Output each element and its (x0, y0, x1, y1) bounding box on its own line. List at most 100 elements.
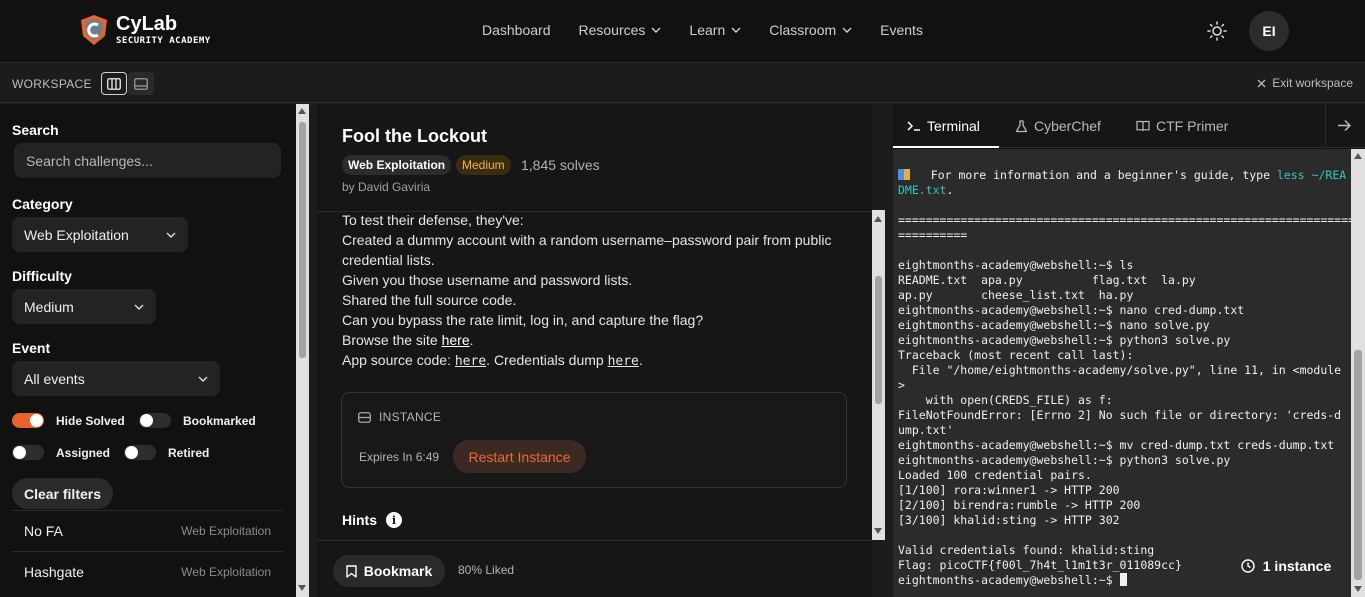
tab-ctf-primer-label: CTF Primer (1156, 118, 1229, 134)
category-select[interactable]: Web Exploitation (12, 217, 188, 252)
user-avatar[interactable]: EI (1249, 11, 1289, 51)
desc-line: Browse the site here. (342, 330, 862, 350)
challenge-name: Hashgate (24, 563, 84, 580)
solves-count: 1,845 solves (521, 157, 600, 173)
instance-count-label: 1 instance (1262, 558, 1332, 574)
challenge-list-item[interactable]: No FA Web Exploitation (12, 510, 283, 550)
creds-dump-link[interactable]: here (608, 354, 639, 369)
nav-resources-label: Resources (578, 22, 646, 38)
brand-text: CyLab SECURITY ACADEMY (116, 14, 211, 46)
difficulty-select[interactable]: Medium (12, 289, 156, 324)
tools-panel: Terminal CyberChef CTF Primer For more i… (893, 104, 1365, 597)
scroll-up-arrow[interactable] (1354, 153, 1362, 159)
sidebar-scrollbar[interactable] (296, 104, 309, 597)
nav-classroom[interactable]: Classroom (769, 22, 852, 38)
event-select[interactable]: All events (12, 361, 220, 396)
server-icon (358, 411, 371, 423)
event-heading: Event (12, 340, 51, 356)
assigned-label: Assigned (56, 445, 111, 460)
terminal-output[interactable]: For more information and a beginner's gu… (893, 149, 1355, 597)
challenge-list-item[interactable]: Hashgate Web Exploitation (12, 551, 283, 591)
stacked-layout-button[interactable] (128, 72, 154, 95)
retired-toggle[interactable]: Retired (124, 445, 209, 460)
instance-card: INSTANCE Expires In 6:49 Restart Instanc… (341, 392, 847, 488)
desc-line: Given you those username and password li… (342, 272, 633, 288)
hints-label: Hints (342, 512, 377, 528)
toggle-switch-on[interactable] (12, 413, 44, 428)
brand-logo[interactable]: CyLab SECURITY ACADEMY (80, 14, 211, 46)
assigned-toggle[interactable]: Assigned (12, 445, 110, 460)
instance-count-button[interactable]: 1 instance (1232, 549, 1340, 583)
chevron-down-icon (651, 27, 661, 33)
challenge-title: Fool the Lockout (342, 126, 487, 146)
chevron-down-icon (842, 27, 852, 33)
chevron-down-icon (134, 304, 144, 310)
challenge-category: Web Exploitation (181, 564, 271, 579)
bookmark-icon (346, 564, 357, 578)
terminal-scroll-thumb[interactable] (1354, 350, 1362, 580)
search-heading: Search (12, 122, 59, 138)
split-layout-button[interactable] (101, 72, 127, 95)
terminal-text: For more information and a beginner's gu… (898, 168, 1355, 588)
bookmarked-toggle[interactable]: Bookmarked (139, 413, 256, 428)
hints-heading[interactable]: Hints i (342, 512, 402, 528)
author: by David Gaviria (342, 180, 431, 194)
source-code-link[interactable]: here (455, 354, 486, 369)
bookmark-label: Bookmark (363, 563, 433, 579)
nav-learn[interactable]: Learn (689, 22, 741, 38)
book-icon (1136, 120, 1150, 132)
scroll-down-arrow[interactable] (298, 585, 306, 591)
instance-heading: INSTANCE (358, 410, 441, 424)
difficulty-select-value: Medium (24, 298, 74, 315)
tab-cyberchef-label: CyberChef (1034, 118, 1101, 134)
browse-site-text: Browse the site (342, 332, 442, 348)
instance-expiry: Expires In 6:49 (359, 450, 440, 464)
shield-logo-icon (81, 15, 107, 45)
nav-resources[interactable]: Resources (579, 22, 662, 38)
rows-layout-icon (134, 77, 148, 90)
desc-line: Can you bypass the rate limit, log in, a… (342, 312, 704, 328)
hide-solved-toggle[interactable]: Hide Solved (12, 413, 125, 428)
collapse-panel-arrow-icon[interactable] (1337, 119, 1352, 132)
nav-classroom-label: Classroom (769, 22, 837, 38)
sidebar-scroll-thumb[interactable] (299, 122, 306, 358)
search-input[interactable] (14, 143, 281, 178)
terminal-info-period: . (946, 183, 954, 197)
nav-dashboard[interactable]: Dashboard (482, 22, 551, 38)
scroll-up-arrow[interactable] (874, 216, 882, 222)
workspace-bar: WORKSPACE Exit workspace (0, 63, 1365, 103)
clear-filters-button[interactable]: Clear filters (12, 478, 113, 509)
nav-events[interactable]: Events (880, 22, 923, 38)
tab-cyberchef[interactable]: CyberChef (1015, 118, 1101, 134)
description-scrollbar[interactable] (872, 210, 885, 540)
toggle-switch-off[interactable] (12, 445, 44, 460)
scroll-down-arrow[interactable] (1354, 586, 1362, 592)
desc-line: App source code: here. Credentials dump … (342, 350, 862, 372)
tools-tabs: Terminal CyberChef CTF Primer (893, 104, 1365, 148)
restart-instance-button[interactable]: Restart Instance (453, 440, 586, 473)
toggle-switch-off[interactable] (139, 413, 171, 428)
scroll-down-arrow[interactable] (874, 528, 882, 534)
desc-line: Shared the full source code. (342, 292, 517, 308)
tab-terminal-label: Terminal (927, 118, 980, 134)
challenge-description: To test their defense, they've: Created … (342, 210, 862, 372)
terminal-scrollbar[interactable] (1351, 149, 1365, 597)
difficulty-badge: Medium (456, 155, 511, 175)
theme-toggle-sun-icon[interactable] (1207, 21, 1227, 41)
bookmarked-label: Bookmarked (183, 413, 256, 428)
description-scroll-thumb[interactable] (875, 276, 882, 404)
site-link[interactable]: here (442, 332, 470, 348)
chevron-down-icon (731, 27, 741, 33)
desc-line: Created a dummy account with a random us… (342, 232, 832, 268)
info-icon[interactable]: i (386, 512, 402, 528)
brand-name: CyLab (116, 13, 178, 35)
exit-workspace-button[interactable]: Exit workspace (1257, 76, 1353, 90)
tab-terminal[interactable]: Terminal (907, 118, 980, 134)
scroll-up-arrow[interactable] (298, 108, 306, 114)
toggle-switch-off[interactable] (124, 445, 156, 460)
tab-ctf-primer[interactable]: CTF Primer (1136, 118, 1228, 134)
filter-sidebar: Search Category Web Exploitation Difficu… (0, 104, 296, 597)
app-root: CyLab SECURITY ACADEMY Dashboard Resourc… (0, 0, 1365, 597)
bookmark-button[interactable]: Bookmark (333, 555, 445, 587)
terminal-info-text: For more information and a beginner's gu… (910, 168, 1277, 182)
